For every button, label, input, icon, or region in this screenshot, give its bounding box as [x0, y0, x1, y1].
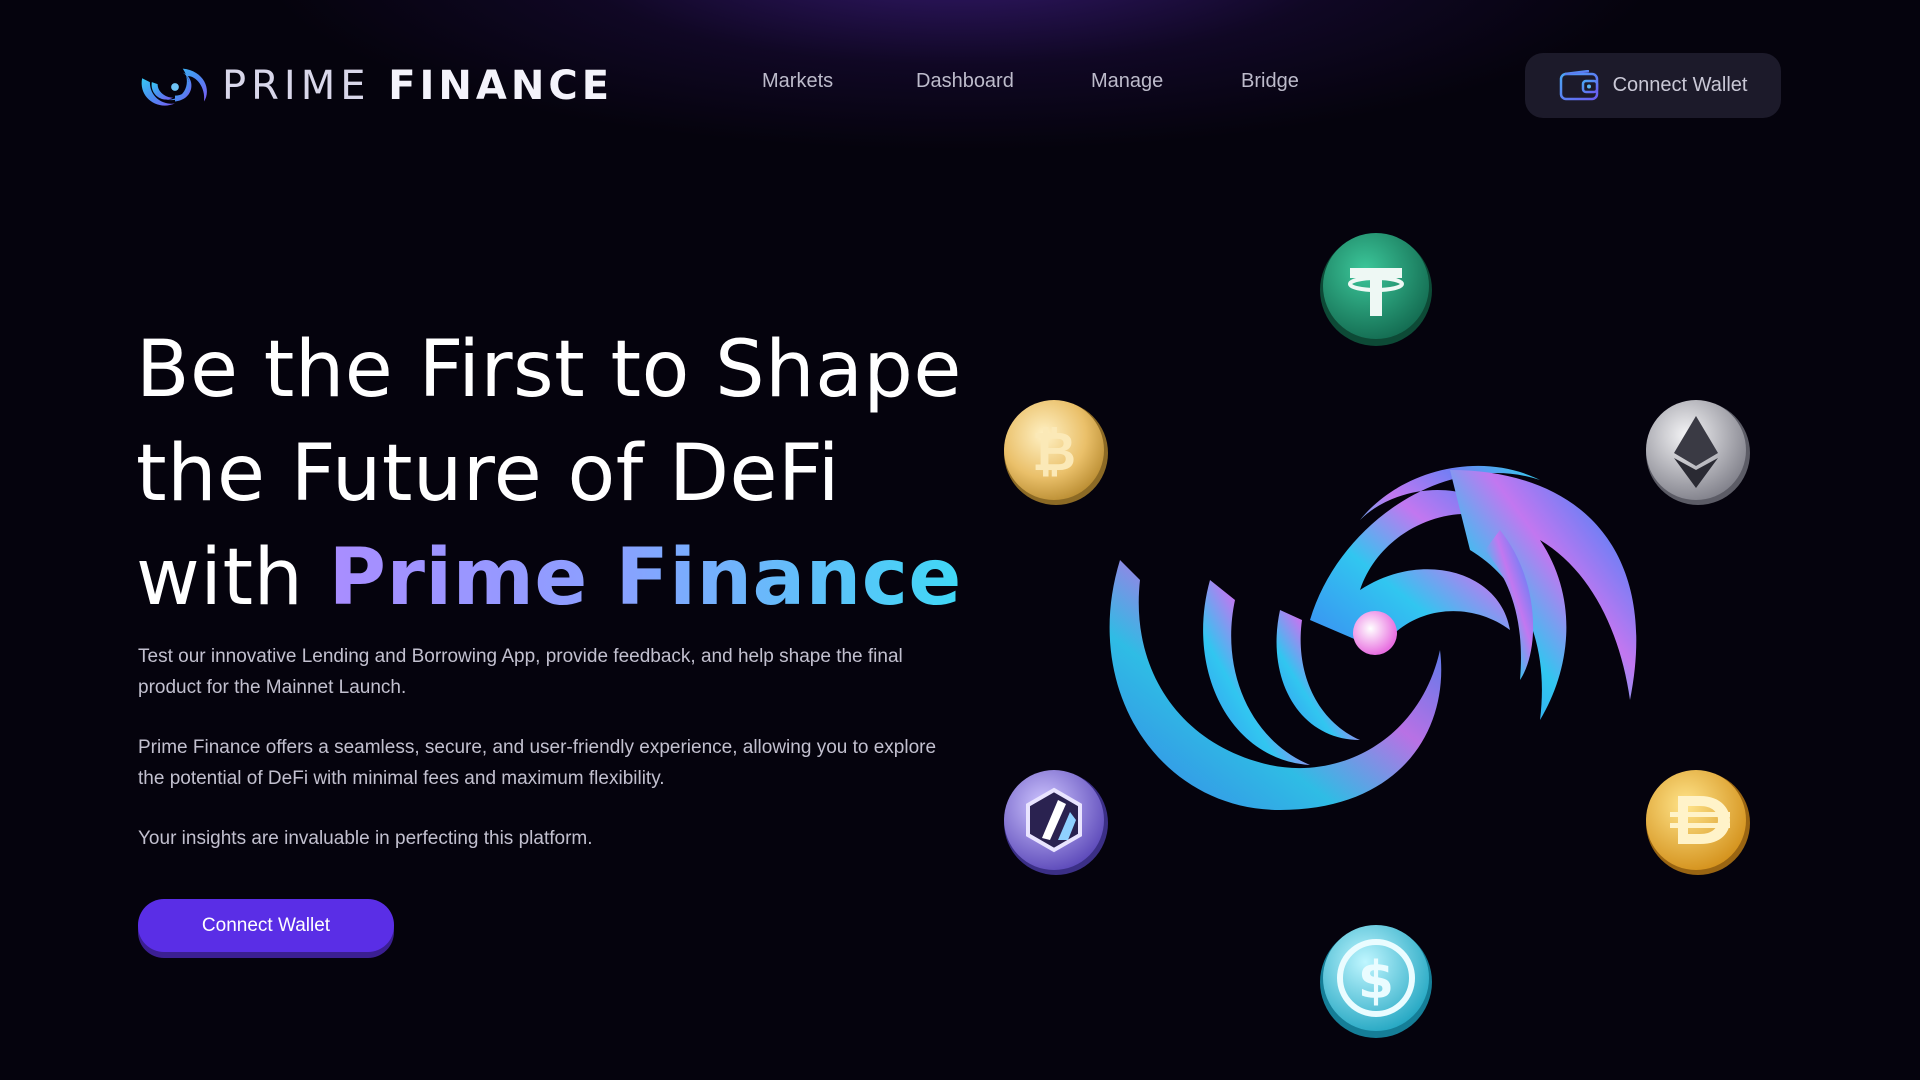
svg-text:$: $	[1358, 951, 1394, 1011]
hero-title-line2: the Future of DeFi	[136, 429, 840, 519]
hero-title-line3-prefix: with	[136, 533, 304, 623]
tether-coin-icon	[1320, 233, 1432, 346]
header-connect-wallet-label: Connect Wallet	[1612, 74, 1748, 96]
hero-paragraph-3: Your insights are invaluable in perfecti…	[138, 828, 593, 849]
usdc-coin-icon: $	[1320, 925, 1432, 1038]
header-connect-wallet-button[interactable]: Connect Wallet	[1525, 53, 1781, 118]
hero-title-line1: Be the First to Shape	[136, 325, 962, 415]
ethereum-coin-icon	[1646, 400, 1750, 505]
hero-connect-wallet-button[interactable]: Connect Wallet	[138, 899, 394, 952]
hero-illustration-svg: ₿ $	[1004, 233, 1750, 1038]
hero-paragraph-1: Test our innovative Lending and Borrowin…	[138, 646, 903, 698]
hero-connect-wallet-label: Connect Wallet	[201, 914, 331, 936]
wallet-icon	[1559, 69, 1598, 100]
bitcoin-coin-icon: ₿	[1004, 400, 1108, 505]
arbitrum-coin-icon	[1004, 770, 1108, 875]
site-header: PRIME FINANCE Markets Dashboard Manage B…	[0, 0, 1920, 170]
swirl-logo-graphic	[1109, 465, 1637, 810]
nav-item-bridge[interactable]: Bridge	[1241, 70, 1299, 93]
nav-item-dashboard[interactable]: Dashboard	[916, 70, 1014, 93]
hero-paragraph-2: Prime Finance offers a seamless, secure,…	[138, 737, 937, 789]
nav-item-manage[interactable]: Manage	[1091, 70, 1163, 93]
hero-illustration: ₿ $	[980, 220, 1800, 1060]
svg-text:₿: ₿	[1032, 420, 1076, 483]
dai-coin-icon	[1646, 770, 1750, 875]
nav-item-markets[interactable]: Markets	[762, 70, 833, 93]
hero-title: Be the First to Shape the Future of DeFi…	[136, 318, 996, 630]
hero-title-highlight: Prime Finance	[328, 533, 962, 623]
